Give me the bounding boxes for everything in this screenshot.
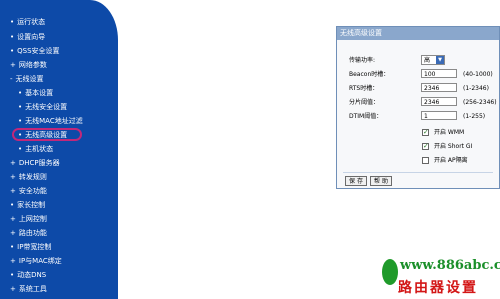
tx-power-select[interactable]: 高 ▼ (421, 55, 445, 65)
sidebar-item-mac-filter[interactable]: • 无线MAC地址过滤 (18, 117, 83, 125)
ap-isolation-label: 开启 AP隔离 (434, 157, 468, 164)
sidebar-item-routing[interactable]: + 路由功能 (10, 229, 47, 237)
save-button[interactable]: 保 存 (345, 176, 367, 186)
sidebar-item-parental[interactable]: • 家长控制 (10, 201, 45, 209)
sidebar-item-bandwidth[interactable]: • IP带宽控制 (10, 243, 51, 251)
wmm-checkbox[interactable] (422, 128, 429, 136)
sidebar-item-security[interactable]: + 安全功能 (10, 187, 47, 195)
sidebar-item-wizard[interactable]: • 设置向导 (10, 33, 45, 41)
sidebar-item-ddns[interactable]: • 动态DNS (10, 271, 46, 279)
sidebar-item-wireless-security[interactable]: • 无线安全设置 (18, 103, 67, 111)
dtim-row: DTIM阈值： 1 (1-255) (337, 111, 500, 123)
wmm-label: 开启 WMM (434, 129, 465, 136)
sidebar-item-wireless-advanced[interactable]: • 无线高级设置 (18, 131, 67, 139)
beacon-hint: (40-1000) (463, 71, 493, 78)
beacon-row: Beacon时槽： 100 (40-1000) (337, 69, 500, 81)
dtim-input[interactable]: 1 (421, 111, 457, 120)
sidebar-item-wireless[interactable]: - 无线设置 (10, 75, 44, 83)
rts-input[interactable]: 2346 (421, 83, 457, 92)
panel-title: 无线高级设置 (337, 27, 499, 40)
sidebar-item-basic[interactable]: • 基本设置 (18, 89, 53, 97)
dtim-label: DTIM阈值： (349, 113, 383, 120)
wireless-advanced-panel: 无线高级设置 传输功率: 高 ▼ Beacon时槽： 100 (40-1000)… (336, 26, 500, 189)
short-gi-label: 开启 Short GI (434, 143, 473, 150)
divider (343, 172, 493, 173)
help-button[interactable]: 帮 助 (370, 176, 392, 186)
frag-label: 分片阈值： (349, 99, 380, 106)
frag-input[interactable]: 2346 (421, 97, 457, 106)
dtim-hint: (1-255) (463, 113, 486, 120)
watermark-url: www.886abc.com (400, 258, 500, 273)
chevron-down-icon: ▼ (436, 56, 444, 64)
rts-row: RTS时槽： 2346 (1-2346) (337, 83, 500, 95)
short-gi-checkbox[interactable] (422, 142, 429, 150)
sidebar-item-dhcp[interactable]: + DHCP服务器 (10, 159, 60, 167)
sidebar-curve (90, 0, 118, 299)
sidebar-item-status[interactable]: • 运行状态 (10, 18, 45, 26)
sidebar-item-system-tools[interactable]: + 系统工具 (10, 285, 47, 293)
frag-row: 分片阈值： 2346 (256-2346) (337, 97, 500, 109)
sidebar-item-ip-mac-binding[interactable]: + IP与MAC绑定 (10, 257, 62, 265)
sidebar-item-qss[interactable]: • QSS安全设置 (10, 47, 60, 55)
sidebar-item-access-control[interactable]: + 上网控制 (10, 215, 47, 223)
sidebar-item-host-status[interactable]: • 主机状态 (18, 145, 53, 153)
rts-hint: (1-2346) (463, 85, 489, 92)
tx-power-row: 传输功率: 高 ▼ (337, 55, 500, 67)
beacon-label: Beacon时槽： (349, 71, 390, 78)
sidebar-item-forwarding[interactable]: + 转发规则 (10, 173, 47, 181)
frag-hint: (256-2346) (463, 99, 497, 106)
site-logo (382, 259, 398, 285)
ap-isolation-checkbox[interactable] (422, 157, 429, 164)
tx-power-label: 传输功率: (349, 57, 376, 64)
beacon-input[interactable]: 100 (421, 69, 457, 78)
rts-label: RTS时槽： (349, 85, 379, 92)
watermark-text: 路由器设置 (398, 280, 478, 296)
sidebar-item-network[interactable]: + 网络参数 (10, 61, 47, 69)
